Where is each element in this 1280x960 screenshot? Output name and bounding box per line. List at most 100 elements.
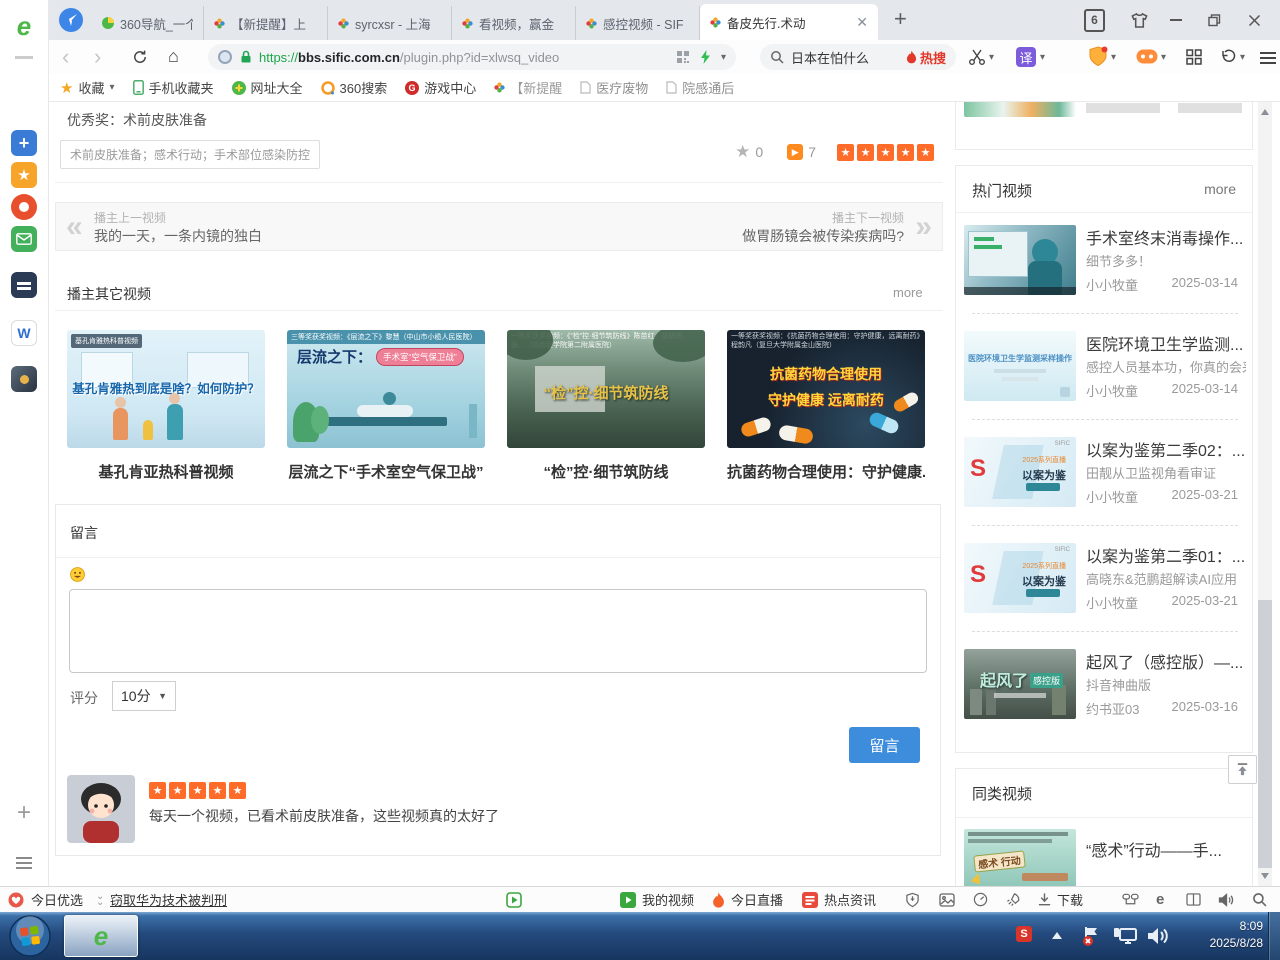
skin-theme-icon[interactable] (1130, 0, 1149, 40)
video-thumbnail[interactable]: 起风了 感控版 (964, 649, 1076, 719)
speed-gauge-icon[interactable] (973, 887, 988, 912)
comment-input[interactable] (69, 589, 927, 673)
video-author[interactable]: 约书亚03 (1086, 699, 1139, 718)
other-video-card[interactable]: 三等奖获奖视频：《层流之下》黎慧（中山市小榄人民医院） 层流之下： 手术室“空气… (287, 330, 485, 482)
new-tab-button[interactable]: + (894, 6, 907, 32)
tab-active-skin-prep[interactable]: 备皮先行.术动 ✕ (700, 4, 878, 40)
video-author[interactable]: 小小牧童 (1086, 487, 1138, 506)
bookmark-favorites[interactable]: ★收藏▾ (60, 78, 115, 97)
bookmark-site-directory[interactable]: 网址大全 (232, 78, 303, 97)
game-center-icon[interactable] (1136, 49, 1158, 64)
video-title[interactable]: 以案为鉴第二季02：... (1086, 437, 1246, 461)
video-title[interactable]: 基孔肯亚热科普视频 (67, 461, 265, 482)
tab-watch-videos[interactable]: 看视频，赢金 (452, 6, 576, 40)
hot-video-item[interactable]: 医院环境卫生学监测采样操作 医院环境卫生学监测... 感控人员基本功，你真的会采… (964, 331, 1246, 401)
hot-video-item[interactable]: 起风了 感控版 起风了（感控版）—... 抖音神曲版 约书亚03 2025-03… (964, 649, 1246, 719)
rating-select[interactable]: 10分▼ (112, 681, 176, 711)
download-item[interactable]: 下载 (1037, 887, 1083, 912)
screenshot-scissors-icon[interactable] (968, 48, 986, 66)
video-title[interactable]: 起风了（感控版）—... (1086, 649, 1246, 673)
other-video-card[interactable]: 基孔肯雅热科普视频 基孔肯雅热到底是啥？如何防护？ 基孔肯亚热科普视频 (67, 330, 265, 482)
news-headline-link[interactable]: 窃取华为技术被判刑 (110, 887, 227, 912)
tray-app-icon[interactable]: S (1016, 926, 1032, 942)
video-thumbnail[interactable]: S SIFIC 2025系列直播 以案为鉴 (964, 437, 1076, 507)
network-icon[interactable] (1112, 926, 1138, 946)
tab-new-notice[interactable]: 【新提醒】上 (204, 6, 328, 40)
video-thumbnail[interactable]: 医院环境卫生学监测采样操作 (964, 331, 1076, 401)
partial-thumbnail[interactable] (964, 102, 1076, 117)
bookmark-game-center[interactable]: G游戏中心 (405, 78, 476, 97)
hot-videos-more-link[interactable]: more (1204, 181, 1236, 197)
rail-photo-icon[interactable] (11, 366, 37, 392)
chevron-down-icon[interactable]: ▾ (1161, 52, 1166, 63)
qr-code-icon[interactable] (676, 50, 690, 64)
start-button[interactable] (8, 914, 52, 958)
chevron-down-icon[interactable]: ▾ (989, 52, 994, 63)
video-author[interactable]: 小小牧童 (1086, 593, 1138, 612)
video-thumbnail[interactable]: 一等奖获奖视频：《“检”控·细节筑防线》陈苗红、吴妍妍、张…（皖南医学院第二附属… (507, 330, 705, 448)
video-title[interactable]: 医院环境卫生学监测... (1086, 331, 1246, 355)
forward-icon[interactable]: › (94, 40, 101, 74)
chevron-down-icon[interactable]: ▾ (1240, 52, 1245, 63)
action-center-flag-icon[interactable] (1080, 925, 1102, 947)
video-title[interactable]: “感术”行动——手... (1086, 837, 1246, 861)
restore-button[interactable] (1208, 0, 1221, 40)
rail-favorites-star-icon[interactable]: ★ (11, 162, 37, 188)
prev-video-link[interactable]: 播主上一视频 我的一天，一条内镜的独白 (94, 209, 262, 246)
hot-video-item[interactable]: 手术室终末消毒操作... 细节多多！ 小小牧童 2025-03-14 (964, 225, 1246, 295)
video-title[interactable]: 以案为鉴第二季01：... (1086, 543, 1246, 567)
tab-infection-videos[interactable]: 感控视频 - SIF (576, 6, 700, 40)
emoji-picker-icon[interactable] (70, 567, 85, 582)
refresh-icon[interactable] (132, 49, 148, 65)
search-query[interactable]: 日本在怕什么 (791, 48, 869, 67)
rail-mail-icon[interactable] (11, 226, 37, 252)
rail-add-icon[interactable]: + (11, 800, 37, 826)
avatar[interactable] (67, 775, 135, 843)
video-title[interactable]: 手术室终末消毒操作... (1086, 225, 1246, 249)
hot-search-label[interactable]: 热搜 (920, 48, 946, 67)
video-thumbnail[interactable] (964, 225, 1076, 295)
url-text[interactable]: https://bbs.sific.com.cn/plugin.php?id=x… (259, 50, 559, 65)
rail-word-doc-icon[interactable]: W (11, 320, 37, 346)
apps-grid-icon[interactable] (1186, 49, 1202, 65)
next-video-link[interactable]: 播主下一视频 做胃肠镜会被传染疾病吗? (742, 209, 904, 246)
taskbar-clock[interactable]: 8:09 2025/8/28 (1175, 918, 1263, 952)
page-search-icon[interactable] (1252, 887, 1267, 912)
bookmark-new-notice[interactable]: 【新提醒 (494, 78, 562, 97)
video-thumbnail[interactable]: S SIFIC 2025系列直播 以案为鉴 (964, 543, 1076, 613)
multi-window-icon[interactable] (1122, 887, 1139, 912)
floating-video-play-icon[interactable] (506, 887, 522, 912)
translate-icon[interactable]: 译 (1016, 47, 1036, 67)
safety-shield-icon[interactable] (905, 887, 920, 912)
rating-stars[interactable]: ★★★★★ (834, 143, 934, 161)
bookmark-infection-portal[interactable]: 院感通后 (666, 78, 734, 97)
scrollbar-thumb[interactable] (1258, 600, 1272, 868)
speed-bolt-icon[interactable] (700, 50, 711, 64)
split-screen-icon[interactable] (1186, 887, 1201, 912)
chevron-down-icon[interactable]: ▾ (721, 52, 726, 63)
my-videos-item[interactable]: 我的视频 (620, 887, 694, 912)
other-videos-more-link[interactable]: more (893, 285, 923, 300)
hot-video-item[interactable]: S SIFIC 2025系列直播 以案为鉴 以案为鉴第二季02：... 田靓从卫… (964, 437, 1246, 507)
show-desktop-button[interactable] (1268, 912, 1280, 960)
chevron-down-icon[interactable]: ▾ (1111, 52, 1116, 63)
rail-school-app-icon[interactable] (11, 272, 37, 298)
video-thumbnail[interactable]: 三等奖获奖视频：《层流之下》黎慧（中山市小榄人民医院） 层流之下： 手术室“空气… (287, 330, 485, 448)
menu-icon[interactable] (1260, 49, 1276, 64)
back-icon[interactable]: ‹ (62, 40, 69, 74)
hot-news-item[interactable]: 热点资讯 (802, 887, 876, 912)
video-title[interactable]: 抗菌药物合理使用：守护健康... (727, 461, 925, 482)
navigation-compass-icon[interactable] (58, 7, 84, 33)
double-chevron-icon[interactable]: ⌄⌄ (96, 887, 104, 912)
hot-video-item[interactable]: S SIFIC 2025系列直播 以案为鉴 以案为鉴第二季01：... 高晓东&… (964, 543, 1246, 613)
rail-camera-icon[interactable] (11, 194, 37, 220)
boost-rocket-icon[interactable] (1006, 887, 1021, 912)
video-thumbnail[interactable]: 基孔肯雅热科普视频 基孔肯雅热到底是啥？如何防护？ (67, 330, 265, 448)
chevron-down-icon[interactable]: ▾ (1040, 52, 1045, 63)
volume-icon[interactable] (1146, 925, 1170, 947)
mute-speaker-icon[interactable] (1218, 887, 1234, 912)
home-icon[interactable]: ⌂ (168, 46, 179, 67)
security-shield-icon[interactable] (1088, 46, 1108, 68)
other-video-card[interactable]: 一等奖获奖视频：《抗菌药物合理使用：守护健康，远离耐药》程韵凡（复旦大学附属金山… (727, 330, 925, 482)
tray-expand-icon[interactable] (1052, 932, 1062, 939)
